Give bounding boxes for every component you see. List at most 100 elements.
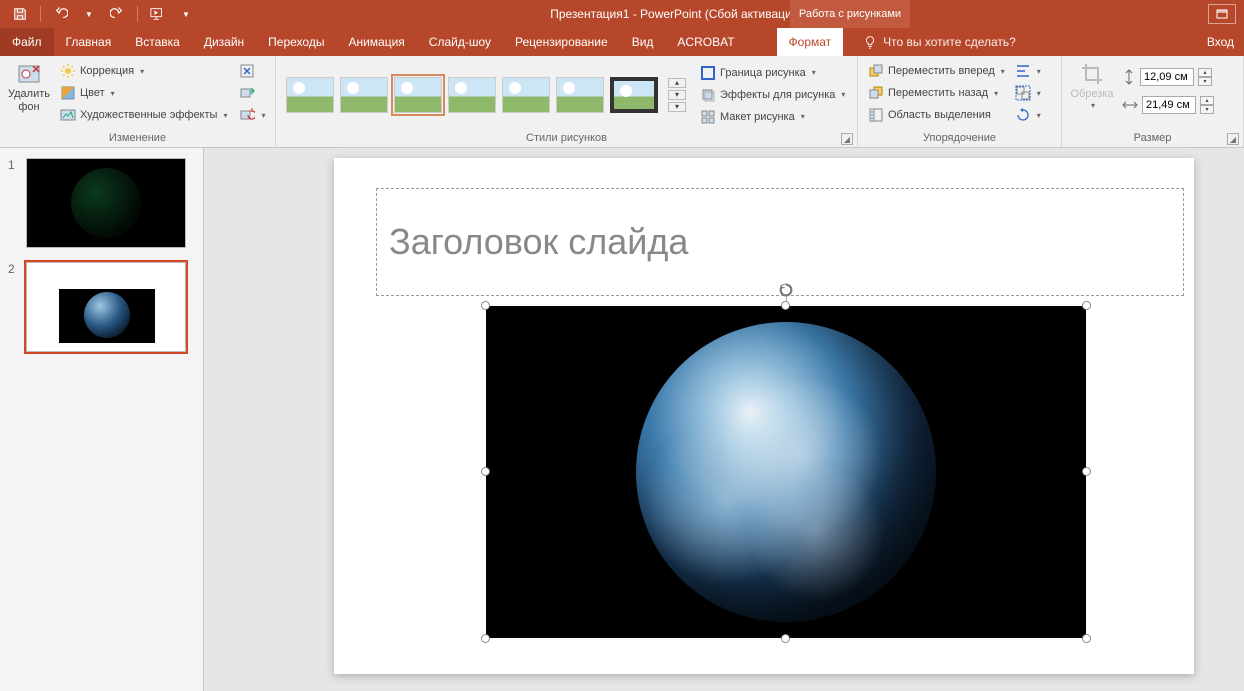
forward-label: Переместить вперед — [888, 65, 995, 77]
signin-link[interactable]: Вход — [1207, 35, 1234, 49]
undo-icon — [54, 7, 68, 21]
crop-button[interactable]: Обрезка ▾ — [1068, 60, 1116, 113]
style-thumb-4[interactable] — [448, 77, 496, 113]
gallery-scroll-up[interactable]: ▴ — [668, 78, 686, 88]
resize-handle-sw[interactable] — [481, 634, 490, 643]
slide-number-1: 1 — [8, 158, 20, 248]
tab-transitions[interactable]: Переходы — [256, 28, 336, 56]
tab-acrobat[interactable]: ACROBAT — [665, 28, 746, 56]
style-thumb-5[interactable] — [502, 77, 550, 113]
group-button[interactable]: ▾ — [1011, 82, 1045, 104]
picture-styles-gallery[interactable]: ▴ ▾ ▾ — [282, 71, 690, 119]
change-picture-button[interactable] — [235, 82, 269, 104]
corrections-label: Коррекция — [80, 65, 134, 77]
size-launcher[interactable]: ◢ — [1227, 133, 1239, 145]
tab-design[interactable]: Дизайн — [192, 28, 256, 56]
title-placeholder[interactable]: Заголовок слайда — [376, 188, 1184, 296]
qat-customize[interactable]: ▼ — [174, 2, 198, 26]
group-label-arrange: Упорядочение — [858, 129, 1061, 147]
width-icon — [1122, 98, 1138, 112]
redo-button[interactable] — [105, 2, 129, 26]
group-label-adjust: Изменение — [0, 129, 275, 147]
width-down[interactable]: ▾ — [1200, 105, 1214, 114]
tab-animations[interactable]: Анимация — [336, 28, 416, 56]
undo-dropdown[interactable]: ▼ — [77, 2, 101, 26]
align-icon — [1015, 63, 1031, 79]
style-thumb-3[interactable] — [394, 77, 442, 113]
bring-forward-button[interactable]: Переместить вперед▾ — [864, 60, 1009, 82]
ribbon: Удалить фон Коррекция▾ Цвет▾ Художествен… — [0, 56, 1244, 148]
resize-handle-se[interactable] — [1082, 634, 1091, 643]
slide-canvas[interactable]: Заголовок слайда — [334, 158, 1194, 674]
slide-thumbnail-1[interactable] — [26, 158, 186, 248]
picture-content — [486, 306, 1086, 638]
compress-icon — [239, 63, 255, 79]
remove-background-button[interactable]: Удалить фон — [6, 60, 52, 116]
style-thumb-6[interactable] — [556, 77, 604, 113]
resize-handle-w[interactable] — [481, 467, 490, 476]
undo-button[interactable] — [49, 2, 73, 26]
selection-pane-icon — [868, 107, 884, 123]
corrections-icon — [60, 63, 76, 79]
rotation-handle[interactable] — [778, 282, 794, 298]
tab-file[interactable]: Файл — [0, 28, 54, 56]
resize-handle-n[interactable] — [781, 301, 790, 310]
bring-forward-icon — [868, 63, 884, 79]
tab-format[interactable]: Формат — [777, 28, 844, 56]
artistic-icon — [60, 107, 76, 123]
tab-home[interactable]: Главная — [54, 28, 124, 56]
resize-handle-e[interactable] — [1082, 467, 1091, 476]
send-backward-button[interactable]: Переместить назад▾ — [864, 82, 1009, 104]
slide-thumbnail-2[interactable] — [26, 262, 186, 352]
artistic-effects-button[interactable]: Художественные эффекты▾ — [56, 104, 231, 126]
selection-pane-label: Область выделения — [888, 109, 991, 121]
style-thumb-1[interactable] — [286, 77, 334, 113]
artistic-label: Художественные эффекты — [80, 109, 217, 121]
slide-editor[interactable]: Заголовок слайда — [204, 148, 1244, 691]
effects-label: Эффекты для рисунка — [720, 89, 835, 101]
ribbon-display-icon — [1216, 9, 1228, 19]
start-from-beginning-button[interactable] — [146, 2, 170, 26]
picture-effects-button[interactable]: Эффекты для рисунка▾ — [696, 84, 849, 106]
ribbon-display-options[interactable] — [1208, 4, 1236, 24]
corrections-button[interactable]: Коррекция▾ — [56, 60, 231, 82]
layout-icon — [700, 109, 716, 125]
gallery-more[interactable]: ▾ — [668, 102, 686, 112]
color-button[interactable]: Цвет▾ — [56, 82, 231, 104]
resize-handle-nw[interactable] — [481, 301, 490, 310]
tab-insert[interactable]: Вставка — [123, 28, 192, 56]
contextual-tab-group: Работа с рисунками — [790, 0, 910, 28]
height-down[interactable]: ▾ — [1198, 77, 1212, 86]
style-thumb-7[interactable] — [610, 77, 658, 113]
workspace: 1 2 Заголовок слайда — [0, 148, 1244, 691]
border-icon — [700, 65, 716, 81]
height-input[interactable] — [1140, 68, 1194, 86]
align-button[interactable]: ▾ — [1011, 60, 1045, 82]
tab-view[interactable]: Вид — [620, 28, 666, 56]
width-input[interactable] — [1142, 96, 1196, 114]
ribbon-tabs: Файл Главная Вставка Дизайн Переходы Ани… — [0, 28, 1244, 56]
tab-review[interactable]: Рецензирование — [503, 28, 620, 56]
earth-image — [636, 322, 936, 622]
compress-pictures-button[interactable] — [235, 60, 269, 82]
resize-handle-s[interactable] — [781, 634, 790, 643]
tab-slideshow[interactable]: Слайд-шоу — [417, 28, 503, 56]
tell-me-search[interactable]: Что вы хотите сделать? — [843, 28, 1016, 56]
height-up[interactable]: ▴ — [1198, 68, 1212, 77]
reset-icon — [239, 107, 255, 123]
picture-layout-button[interactable]: Макет рисунка▾ — [696, 106, 849, 128]
styles-launcher[interactable]: ◢ — [841, 133, 853, 145]
slide-thumbnails-pane[interactable]: 1 2 — [0, 148, 204, 691]
crop-icon — [1080, 62, 1104, 86]
reset-picture-button[interactable]: ▾ — [235, 104, 269, 126]
selection-pane-button[interactable]: Область выделения — [864, 104, 1009, 126]
width-up[interactable]: ▴ — [1200, 96, 1214, 105]
selected-picture[interactable] — [486, 306, 1086, 638]
save-button[interactable] — [8, 2, 32, 26]
rotate-button[interactable]: ▾ — [1011, 104, 1045, 126]
picture-border-button[interactable]: Граница рисунка▾ — [696, 62, 849, 84]
resize-handle-ne[interactable] — [1082, 301, 1091, 310]
style-thumb-2[interactable] — [340, 77, 388, 113]
group-icon — [1015, 85, 1031, 101]
gallery-scroll-down[interactable]: ▾ — [668, 90, 686, 100]
